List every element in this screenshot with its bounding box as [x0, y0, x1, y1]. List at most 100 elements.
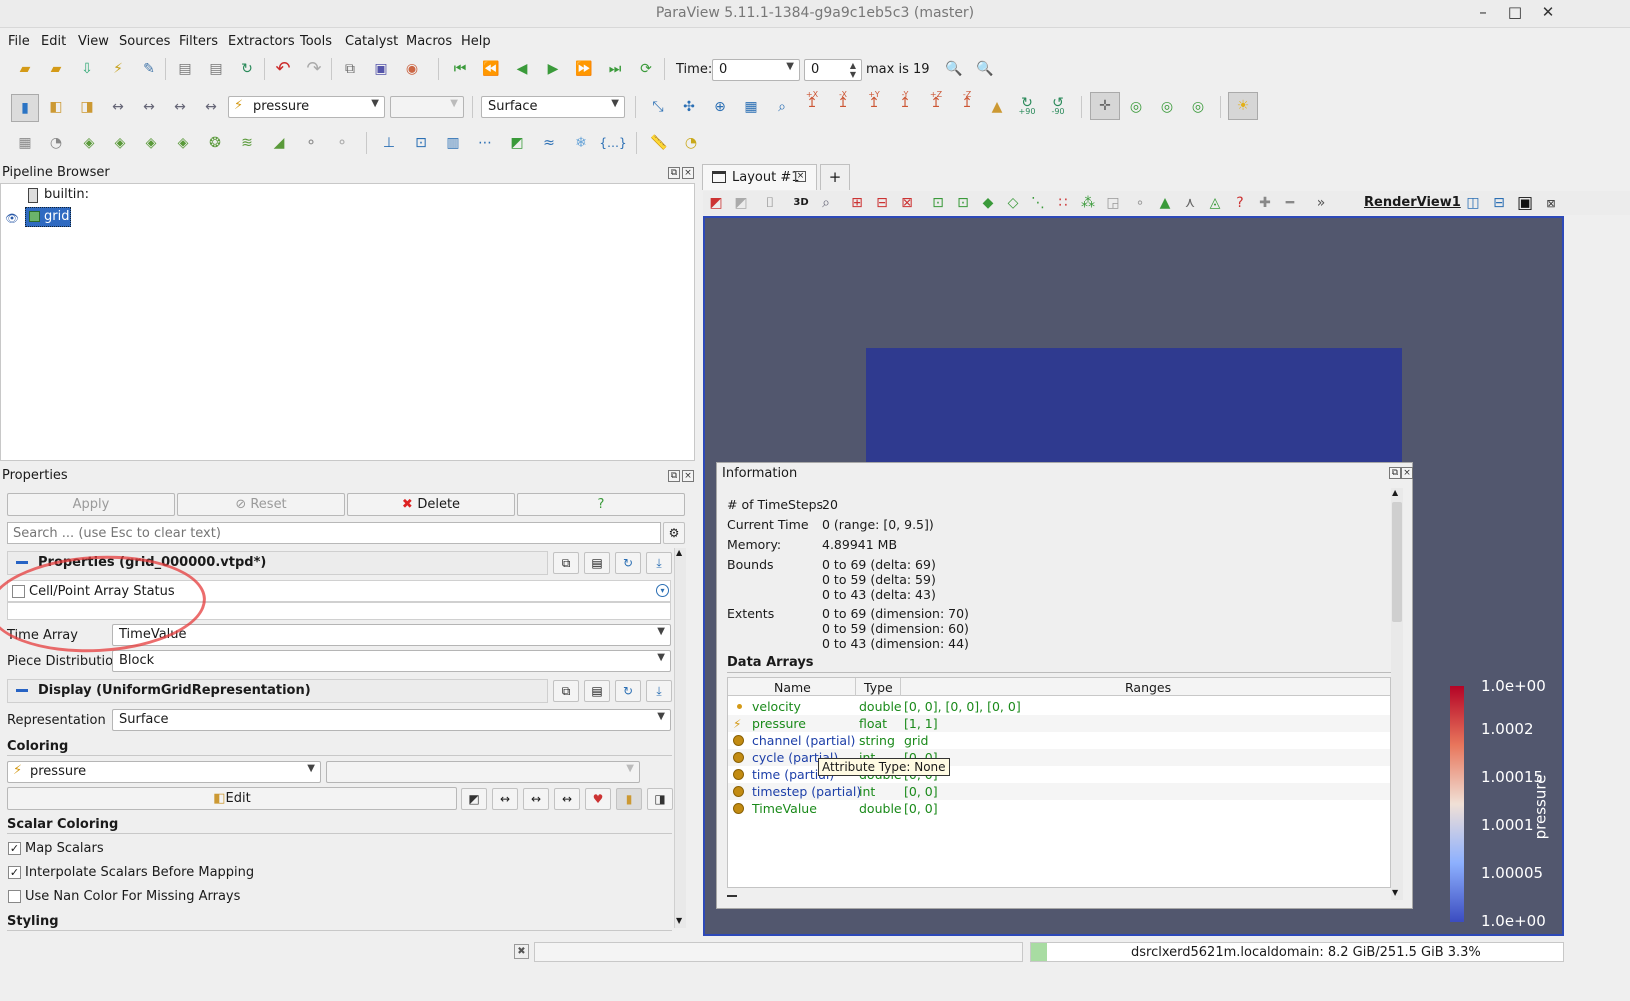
camera-redo-icon[interactable]: ◩	[730, 192, 752, 214]
edit-colormap-button[interactable]: ◧Edit	[7, 787, 457, 810]
view-minus-x-icon[interactable]: -X ↥	[832, 91, 854, 114]
chevron-down-icon[interactable]: ▼	[657, 652, 665, 663]
select-block-icon[interactable]: ⋱	[1027, 192, 1049, 214]
rescale-temporal-icon[interactable]: ↔	[169, 96, 191, 118]
zoom-box-icon[interactable]: ⌕	[815, 192, 837, 214]
select-frustum-icon[interactable]: ⊠	[896, 192, 918, 214]
rotate-minus-90-icon[interactable]: -90 ↺	[1047, 92, 1069, 116]
zoom-to-data-icon[interactable]: ⊕	[709, 96, 731, 118]
table-row[interactable]: velocity double [0, 0], [0, 0], [0, 0]	[728, 698, 1390, 715]
column-header-type[interactable]: Type	[864, 680, 893, 695]
scroll-down-icon[interactable]: ▼	[1392, 888, 1398, 897]
properties-search-input[interactable]	[7, 522, 661, 544]
layout-tab[interactable]: Layout #1 ×	[702, 164, 817, 190]
help-button[interactable]: ?	[517, 493, 685, 516]
first-frame-icon[interactable]: ⏮	[449, 58, 471, 80]
apply-button[interactable]: Apply	[7, 493, 175, 516]
chevron-down-icon[interactable]: ▼	[657, 711, 665, 722]
plot-data-icon[interactable]: ◩	[506, 132, 528, 154]
auto-apply-icon[interactable]: ↻	[236, 58, 258, 80]
plot-over-line-icon[interactable]: ⊡	[410, 132, 432, 154]
redo-icon[interactable]: ↷	[303, 58, 325, 80]
undo-icon[interactable]: ↶	[272, 58, 294, 80]
select-points-through-icon[interactable]: ⊡	[952, 192, 974, 214]
toggle-3d-button[interactable]: 3D	[790, 192, 812, 214]
reset-range-icon[interactable]: ◨	[76, 96, 98, 118]
ruler-icon[interactable]: 📏	[648, 132, 670, 154]
rotate-plus-90-icon[interactable]: +90 ↻	[1016, 92, 1038, 116]
coloring-component-select[interactable]: ▼	[326, 761, 640, 783]
palette-icon[interactable]: ◉	[401, 58, 423, 80]
close-tab-icon[interactable]: ×	[795, 171, 806, 182]
show-colorbar-icon[interactable]: ▮	[616, 788, 642, 810]
contour-icon[interactable]: ◔	[45, 132, 67, 154]
add-layout-tab[interactable]: +	[820, 164, 850, 190]
threshold-icon[interactable]: ◈	[140, 132, 162, 154]
plot-selection-over-time-icon[interactable]: ◬	[1204, 192, 1226, 214]
close-panel-icon[interactable]: ×	[682, 167, 694, 179]
rescale-data-icon[interactable]: ↔	[107, 96, 129, 118]
close-panel-icon[interactable]: ×	[1401, 467, 1413, 479]
spin-arrows-icon[interactable]: ▲ ▼	[850, 61, 856, 79]
open-folder-icon[interactable]: ▰	[14, 58, 36, 80]
paste-display-icon[interactable]: ▤	[584, 680, 610, 702]
find-data-icon[interactable]: ?	[1229, 192, 1251, 214]
scroll-down-icon[interactable]: ▼	[676, 916, 682, 925]
select-cells-icon[interactable]: ⊞	[846, 192, 868, 214]
camera-undo-icon[interactable]: ◩	[705, 192, 727, 214]
rescale-custom-range-icon[interactable]: ↔	[523, 788, 549, 810]
scroll-up-icon[interactable]: ▲	[1392, 488, 1398, 497]
menu-macros[interactable]: Macros	[406, 34, 452, 49]
save-data-icon[interactable]: ⇩	[76, 58, 98, 80]
chevron-down-icon[interactable]: ▼	[657, 626, 665, 637]
paste-properties-icon[interactable]: ▤	[584, 552, 610, 574]
piece-distribution-select[interactable]: Block ▼	[112, 650, 671, 672]
view-minus-y-icon[interactable]: -Y ↥	[894, 91, 916, 114]
menu-sources[interactable]: Sources	[119, 34, 170, 49]
close-view-icon[interactable]: ⊠	[1540, 192, 1562, 214]
zoom-time-icon[interactable]: 🔍	[943, 58, 965, 80]
restore-display-icon[interactable]: ↻	[615, 680, 641, 702]
memory-inspector[interactable]: dsrclxerd5621m.localdomain: 8.2 GiB/251.…	[1030, 942, 1564, 962]
select-polygon-icon[interactable]: ◆	[977, 192, 999, 214]
restore-default-icon[interactable]: ↻	[615, 552, 641, 574]
representation-dropdown[interactable]: Surface ▼	[112, 709, 671, 731]
chevron-down-icon[interactable]: ▼	[786, 61, 794, 72]
edit-colorbar-icon[interactable]: ◨	[647, 788, 673, 810]
save-display-icon[interactable]: ⤓	[646, 680, 672, 702]
play-icon[interactable]: ▶	[542, 58, 564, 80]
zoom-to-box-icon[interactable]: ▦	[740, 96, 762, 118]
isometric-view-icon[interactable]: ▲	[986, 96, 1008, 118]
python-calculator-icon[interactable]: {…}	[599, 132, 626, 154]
reset-button[interactable]: ⊘ Reset	[177, 493, 345, 516]
representation-select[interactable]: Surface ▼	[481, 96, 625, 118]
previous-frame-icon[interactable]: ⏪	[480, 58, 502, 80]
table-row[interactable]: ⚡ pressure float [1, 1]	[728, 715, 1390, 732]
python-icon[interactable]: ✎	[138, 58, 160, 80]
menu-tools[interactable]: Tools	[300, 34, 332, 49]
resize-handle[interactable]	[727, 895, 737, 897]
color-legend-bar[interactable]	[1450, 686, 1464, 922]
select-polygon-points-icon[interactable]: ◇	[1002, 192, 1024, 214]
scroll-up-icon[interactable]: ▲	[676, 548, 682, 557]
clip-icon[interactable]: ◈	[78, 132, 100, 154]
menu-catalyst[interactable]: Catalyst	[345, 34, 398, 49]
nan-color-checkbox[interactable]	[8, 890, 21, 903]
undock-icon[interactable]: ⧉	[668, 470, 680, 482]
protractor-icon[interactable]: ◔	[680, 132, 702, 154]
save-state-icon[interactable]: ▤	[174, 58, 196, 80]
chevron-down-icon[interactable]: ▼	[611, 98, 619, 109]
split-horizontal-icon[interactable]: ◫	[1462, 192, 1484, 214]
load-state-icon[interactable]: ▤	[205, 58, 227, 80]
pick-center-icon[interactable]: ◎	[1125, 96, 1147, 118]
select-points-icon[interactable]: ⊟	[871, 192, 893, 214]
hover-points-icon[interactable]: ◲	[1102, 192, 1124, 214]
rescale-visible-range-icon[interactable]: ↔	[554, 788, 580, 810]
capture-screenshot-icon[interactable]: ⌷	[759, 192, 781, 214]
interactive-select-icon[interactable]: ∷	[1052, 192, 1074, 214]
plot-selection-icon[interactable]: ⋯	[474, 132, 496, 154]
view-plus-z-icon[interactable]: +Z ↥	[925, 91, 947, 114]
reset-center-icon[interactable]: ◎	[1156, 96, 1178, 118]
more-tools-icon[interactable]: »	[1310, 192, 1332, 214]
delete-button[interactable]: ✖ Delete	[347, 493, 515, 516]
